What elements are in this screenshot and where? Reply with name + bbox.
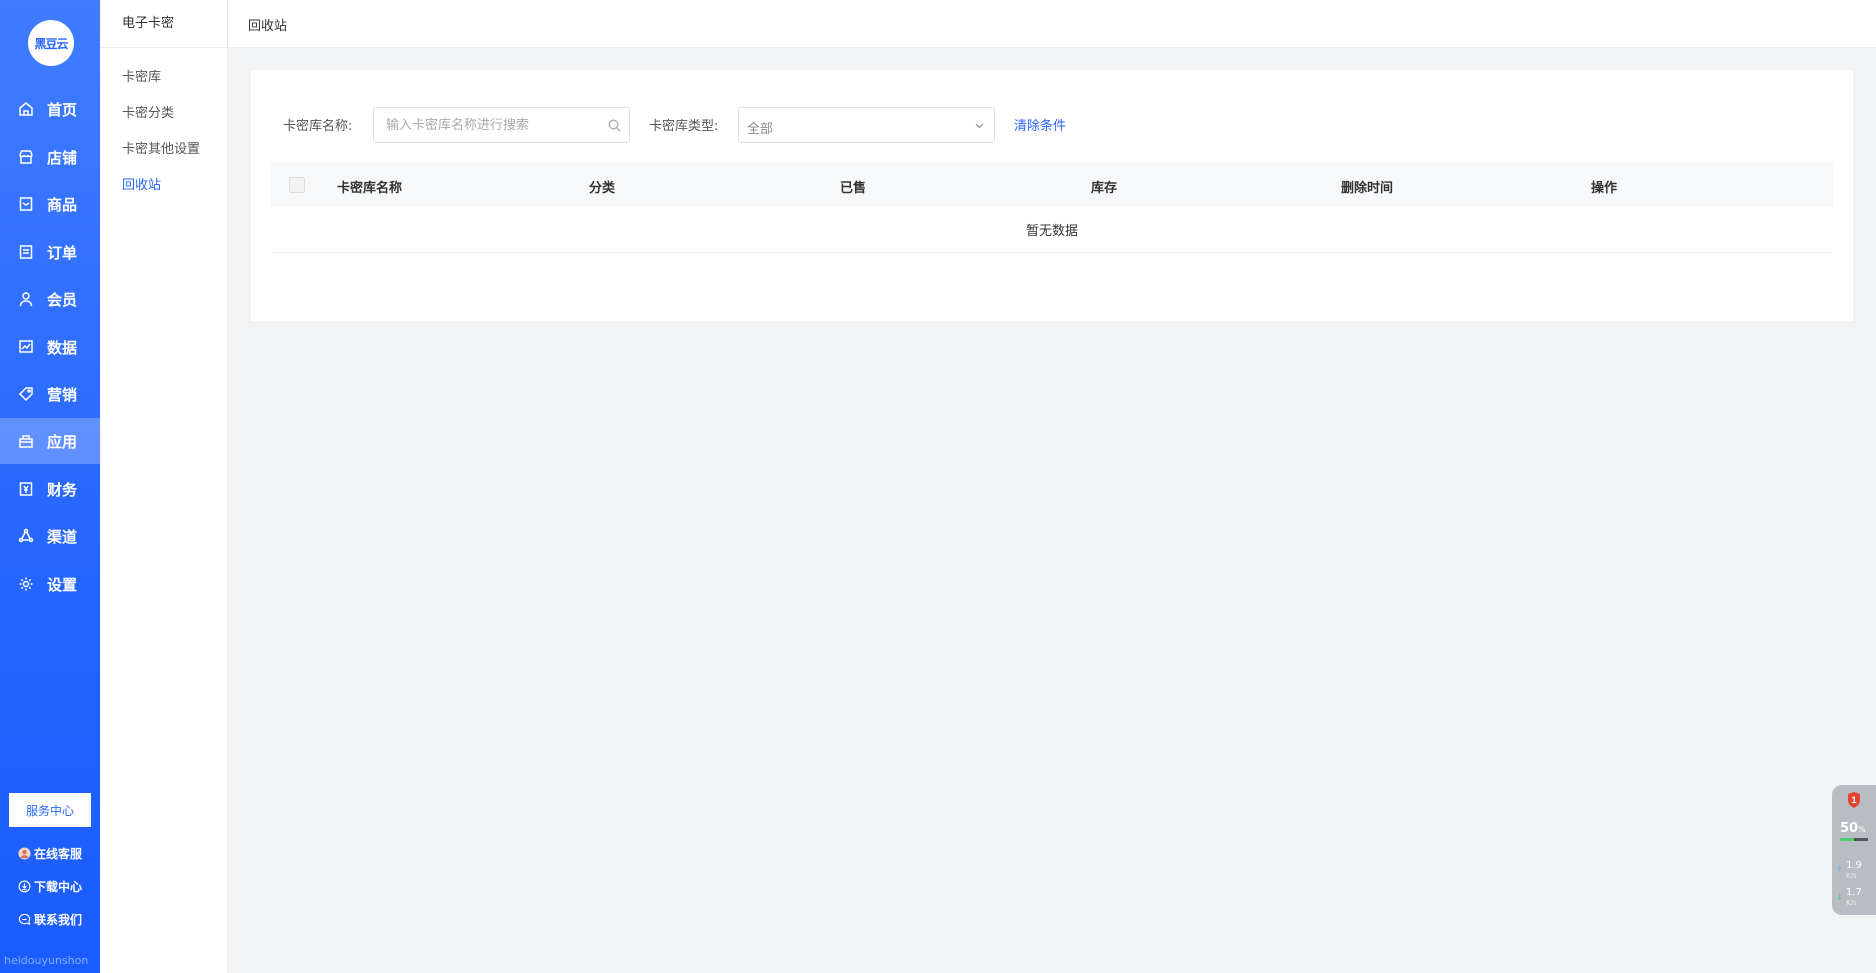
sub-sidebar: 电子卡密 卡密库 卡密分类 卡密其他设置 回收站 xyxy=(100,0,228,973)
tag-icon xyxy=(18,387,33,402)
service-center-button[interactable]: 服务中心 xyxy=(9,793,91,827)
name-filter-label: 卡密库名称: xyxy=(283,119,353,134)
nav-item-apps[interactable]: 应用 xyxy=(0,418,100,464)
column-header-name: 卡密库名称 xyxy=(337,181,403,196)
empty-state: 暂无数据 xyxy=(271,207,1833,253)
svg-text:1: 1 xyxy=(1851,795,1856,805)
watermark-text: heidouyunshon xyxy=(4,954,89,967)
subnav-item-card-category[interactable]: 卡密分类 xyxy=(122,102,174,121)
type-filter-label: 卡密库类型: xyxy=(649,119,719,134)
shield-icon: 1 xyxy=(1848,792,1860,808)
download-icon xyxy=(18,880,31,892)
nav-item-order[interactable]: 订单 xyxy=(0,229,100,275)
chevron-down-icon xyxy=(975,123,984,129)
nav-item-finance[interactable]: 财务 xyxy=(0,466,100,512)
subnav-title: 电子卡密 xyxy=(100,0,227,48)
search-icon xyxy=(608,119,621,132)
chart-icon xyxy=(19,340,33,353)
member-icon xyxy=(19,292,33,307)
name-search-input[interactable] xyxy=(374,108,629,142)
subnav-item-card-settings[interactable]: 卡密其他设置 xyxy=(122,138,200,157)
column-header-stock: 库存 xyxy=(1091,181,1118,196)
type-select[interactable]: 全部 xyxy=(738,107,995,143)
upload-speed: 1.9 K/s xyxy=(1846,860,1862,881)
breadcrumb: 回收站 xyxy=(248,19,288,34)
download-arrow-icon: ↓ xyxy=(1836,893,1844,903)
finance-icon xyxy=(19,482,33,496)
nav-item-goods[interactable]: 商品 xyxy=(0,181,100,227)
upload-arrow-icon: ↑ xyxy=(1836,866,1844,876)
nav-item-data[interactable]: 数据 xyxy=(0,324,100,370)
nav-item-channel[interactable]: 渠道 xyxy=(0,513,100,559)
chat-icon xyxy=(18,913,31,925)
brand-logo[interactable]: 黑豆云 xyxy=(28,20,74,66)
download-speed: 1.7 K/s xyxy=(1846,887,1862,908)
column-header-category: 分类 xyxy=(589,181,616,196)
gear-icon xyxy=(19,577,33,591)
app-icon xyxy=(19,435,33,448)
select-all-checkbox[interactable] xyxy=(289,177,305,193)
online-service-link[interactable]: 在线客服 xyxy=(18,844,82,862)
table-header: 卡密库名称 分类 已售 库存 删除时间 操作 xyxy=(271,163,1833,207)
avatar-icon xyxy=(18,846,31,860)
column-header-sold: 已售 xyxy=(840,181,867,196)
order-icon xyxy=(19,245,33,259)
column-header-actions: 操作 xyxy=(1591,181,1618,196)
top-bar: 回收站 xyxy=(228,0,1876,48)
nav-item-marketing[interactable]: 营销 xyxy=(0,371,100,417)
clear-filters-link[interactable]: 清除条件 xyxy=(1014,115,1066,134)
contact-us-link[interactable]: 联系我们 xyxy=(18,910,82,928)
nav-item-home[interactable]: 首页 xyxy=(0,86,100,132)
channel-icon xyxy=(18,528,34,543)
network-monitor-widget[interactable]: 1 50% ↑ 1.9 K/s ↓ 1.7 K/s xyxy=(1832,785,1876,915)
nav-item-store[interactable]: 店铺 xyxy=(0,134,100,180)
cpu-usage-bar xyxy=(1840,838,1868,841)
subnav-item-card-library[interactable]: 卡密库 xyxy=(122,66,161,85)
content-card: 卡密库名称: 卡密库类型: 全部 清除条件 卡密库名称 分类 已售 库存 删除时… xyxy=(251,70,1853,321)
goods-icon xyxy=(19,197,33,211)
store-icon xyxy=(19,150,33,164)
nav-item-settings[interactable]: 设置 xyxy=(0,561,100,607)
nav-item-member[interactable]: 会员 xyxy=(0,276,100,322)
cpu-percent: 50% xyxy=(1840,821,1866,836)
name-search-field xyxy=(373,107,630,143)
download-center-link[interactable]: 下载中心 xyxy=(18,877,82,895)
main-sidebar: 黑豆云 首页 店铺 商品 订单 会员 数据 营销 应用 财务 渠道 设置 服务中… xyxy=(0,0,100,973)
type-select-value: 全部 xyxy=(747,122,774,137)
column-header-deleted-time: 删除时间 xyxy=(1341,181,1394,196)
home-icon xyxy=(19,102,33,116)
subnav-item-recycle-bin[interactable]: 回收站 xyxy=(122,174,161,193)
